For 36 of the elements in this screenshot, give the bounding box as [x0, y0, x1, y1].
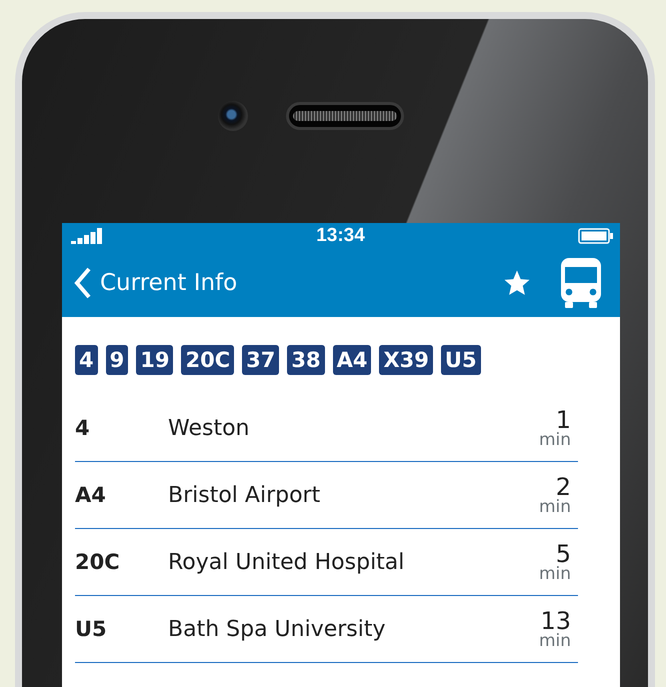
route-number: U5: [75, 617, 108, 641]
minutes-unit: min: [538, 432, 571, 448]
destination-name: Royal United Hospital: [168, 550, 406, 574]
camera-icon: [218, 101, 248, 131]
departure-row[interactable]: A4 Bristol Airport 2 min: [75, 462, 578, 529]
route-chip[interactable]: 19: [136, 345, 174, 375]
route-number: 20C: [75, 550, 121, 574]
minutes-value: 2: [556, 474, 571, 498]
minutes-unit: min: [538, 566, 571, 582]
minutes-unit: min: [538, 632, 571, 650]
destination-name: Bristol Airport: [168, 482, 322, 508]
departure-row[interactable]: 20C Royal United Hospital 5 min: [75, 529, 578, 596]
status-time: 13:34: [316, 224, 365, 246]
route-chip[interactable]: 9: [106, 345, 128, 375]
chevron-left-icon: [74, 266, 92, 298]
departure-row[interactable]: U5 Bath Spa University 13 min: [75, 596, 578, 663]
battery-icon: [578, 228, 614, 244]
route-chip[interactable]: 20C: [181, 345, 234, 375]
route-chip[interactable]: U5: [440, 345, 481, 375]
back-link[interactable]: Current Info: [74, 266, 238, 298]
bus-icon[interactable]: [560, 258, 602, 308]
departure-row[interactable]: 4 Weston 1 min: [75, 395, 578, 462]
route-chip[interactable]: 38: [287, 345, 325, 375]
route-chip[interactable]: 37: [242, 345, 280, 375]
minutes-value: 1: [556, 408, 571, 432]
route-number: A4: [75, 483, 107, 507]
minutes-value: 5: [556, 542, 571, 566]
route-chip[interactable]: 4: [75, 345, 98, 375]
destination-name: Bath Spa University: [168, 616, 387, 642]
route-number: 4: [75, 416, 91, 440]
minutes-unit: min: [538, 498, 571, 516]
route-chip[interactable]: A4: [332, 345, 372, 375]
minutes-value: 13: [540, 608, 571, 632]
route-chip[interactable]: X39: [379, 345, 433, 375]
signal-icon: [71, 228, 103, 244]
destination-name: Weston: [168, 416, 250, 440]
